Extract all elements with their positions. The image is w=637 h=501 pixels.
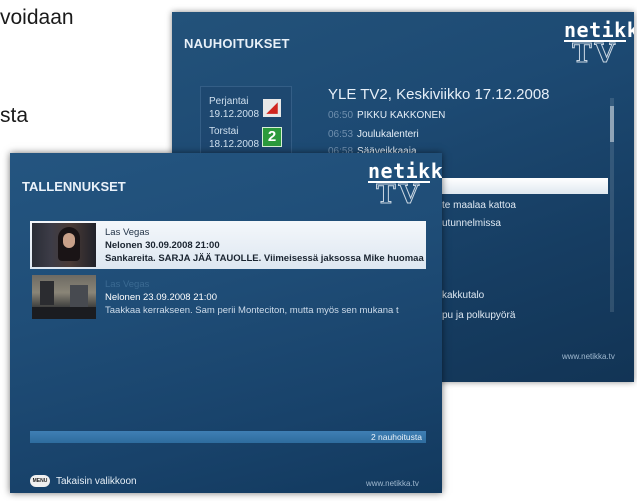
logo-tv: TV — [376, 180, 422, 210]
recording-thumbnail — [32, 275, 96, 319]
screen-title: NAUHOITUKSET — [184, 36, 290, 51]
day-item-friday[interactable]: Perjantai 19.12.2008 — [209, 95, 259, 121]
background-text-sta: sta — [0, 104, 29, 127]
recording-description: Sankareita. SARJA JÄÄ TAUOLLE. Viimeises… — [105, 253, 424, 264]
recording-item[interactable]: Las Vegas Nelonen 23.09.2008 21:00 Taakk… — [30, 273, 426, 321]
day-date: 18.12.2008 — [209, 139, 260, 150]
program-item[interactable]: 06:53 Joulukalenteri — [328, 129, 419, 140]
logo-tv: TV — [572, 39, 618, 69]
netikka-url: www.netikka.tv — [562, 352, 615, 361]
screen-title: TALLENNUKSET — [22, 179, 126, 194]
netikka-tv-logo: netikka TV — [564, 18, 634, 69]
back-to-menu-label[interactable]: Takaisin valikkoon — [56, 476, 137, 487]
program-item[interactable]: 06:50 PIKKU KAKKONEN — [328, 110, 445, 121]
netikka-tv-logo: netikka TV — [368, 159, 442, 210]
netikka-url: www.netikka.tv — [366, 479, 419, 488]
recordings-count: 2 nauhoitusta — [370, 432, 422, 442]
background-text-voidaan: voidaan — [0, 6, 74, 29]
program-time: 06:53 — [328, 129, 354, 140]
logo-word: netikka — [368, 159, 442, 183]
recording-thumbnail — [32, 223, 96, 267]
program-title: Joulukalenteri — [357, 129, 419, 140]
channel-date-header: YLE TV2, Keskiviikko 17.12.2008 — [328, 86, 550, 103]
program-time: 06:50 — [328, 110, 354, 121]
recording-datetime: Nelonen 23.09.2008 21:00 — [105, 292, 217, 303]
day-item-thursday[interactable]: Torstai 18.12.2008 — [209, 125, 259, 151]
yle2-channel-icon: 2 — [262, 127, 282, 147]
recording-name: Las Vegas — [105, 279, 150, 290]
program-scrollbar[interactable] — [610, 98, 614, 312]
footer: MENU Takaisin valikkoon — [30, 475, 137, 487]
menu-button-icon[interactable]: MENU — [30, 475, 50, 487]
day-label: Torstai — [209, 126, 239, 137]
program-item[interactable]: kakkutalo — [442, 290, 484, 301]
recording-datetime: Nelonen 30.09.2008 21:00 — [105, 240, 220, 251]
program-title: PIKKU KAKKONEN — [357, 110, 446, 121]
recording-item-selected[interactable]: Las Vegas Nelonen 30.09.2008 21:00 Sanka… — [30, 221, 426, 269]
tallennukset-screen: TALLENNUKSET netikka TV Las Vegas Nelone… — [10, 153, 442, 493]
program-item[interactable]: te maalaa kattoa — [442, 200, 516, 211]
logo-word: netikka — [564, 18, 634, 42]
program-item[interactable]: pu ja polkupyörä — [442, 310, 515, 321]
recordings-count-bar: 2 nauhoitusta — [30, 431, 426, 443]
recording-description: Taakkaa kerrakseen. Sam perii Monteciton… — [105, 305, 399, 316]
day-label: Perjantai — [209, 96, 249, 107]
day-date: 19.12.2008 — [209, 109, 260, 120]
yle1-channel-icon: ◢ — [263, 99, 281, 117]
recording-name: Las Vegas — [105, 227, 150, 238]
scrollbar-thumb[interactable] — [610, 106, 614, 142]
program-item[interactable]: utunnelmissa — [442, 218, 501, 229]
recordings-list: Las Vegas Nelonen 30.09.2008 21:00 Sanka… — [30, 219, 426, 325]
